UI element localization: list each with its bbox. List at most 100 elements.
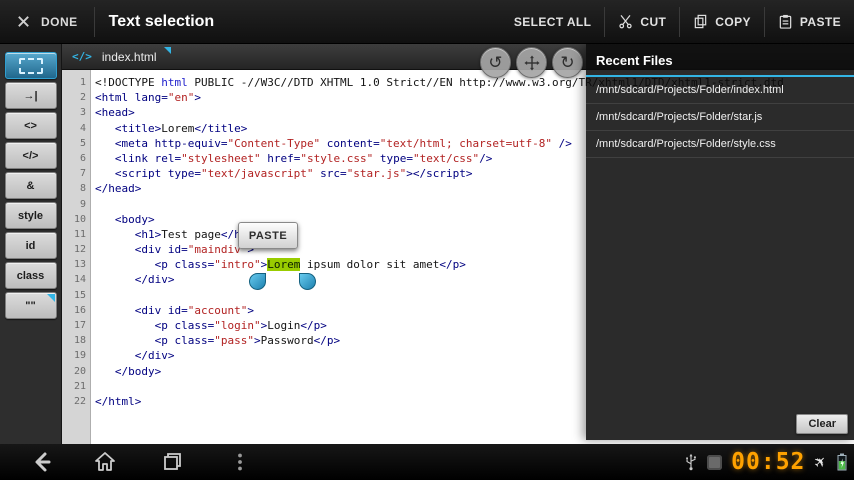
line-number: 21 — [73, 380, 86, 392]
done-button[interactable]: DONE — [0, 0, 94, 43]
code-text: </html> — [95, 394, 142, 408]
recent-files-list: /mnt/sdcard/Projects/Folder/index.html/m… — [586, 77, 854, 158]
line-number: 7 — [79, 168, 86, 180]
sidebar-key-style[interactable]: style — [4, 202, 57, 229]
code-text: </div> — [134, 273, 175, 287]
redo-button[interactable]: ↻ — [552, 47, 583, 78]
tab-active-badge-icon — [163, 46, 171, 54]
code-icon: </> — [72, 50, 92, 63]
cut-button[interactable]: CUT — [605, 0, 679, 43]
code-text: <html lang="en"> — [95, 91, 201, 105]
line-number: 18 — [73, 335, 86, 347]
line-number: 16 — [73, 304, 86, 316]
recent-files-title: Recent Files — [596, 53, 673, 68]
recent-file-item[interactable]: /mnt/sdcard/Projects/Folder/style.css — [586, 131, 854, 158]
selection-mode-icon — [18, 57, 43, 74]
close-icon — [16, 14, 31, 29]
usb-icon — [684, 452, 698, 472]
key-label: <> — [24, 119, 37, 132]
line-number: 17 — [73, 320, 86, 331]
home-icon — [95, 452, 115, 471]
action-buttons: SELECT ALL CUT COPY PASTE — [501, 0, 854, 43]
line-number: 5 — [79, 137, 86, 149]
code-text: <script type="text/javascript" src="star… — [114, 167, 473, 181]
code-text: <div id="account"> — [134, 303, 254, 317]
code-text: <title>Lorem</title> — [114, 121, 248, 135]
clear-button[interactable]: Clear — [796, 414, 848, 434]
code-text: </body> — [114, 364, 162, 378]
selection-handle-left-icon[interactable] — [249, 273, 266, 290]
undo-button[interactable]: ↺ — [480, 47, 511, 78]
line-number: 1 — [79, 77, 86, 88]
line-number: 11 — [73, 228, 86, 240]
line-number: 14 — [73, 274, 86, 286]
key-label: id — [25, 239, 36, 252]
battery-icon — [836, 452, 848, 472]
sidebar-key-quotes[interactable]: "" — [4, 292, 57, 319]
selected-text[interactable]: Lorem — [267, 258, 301, 272]
sidebar-keys: →| <> </> & style id class "" — [0, 52, 61, 319]
move-icon — [523, 54, 540, 71]
menu-button[interactable] — [228, 450, 252, 474]
recent-file-item[interactable]: /mnt/sdcard/Projects/Folder/star.js — [586, 104, 854, 131]
divider — [93, 6, 95, 37]
sidebar-key-tab[interactable]: →| — [4, 82, 57, 109]
copy-icon — [693, 14, 708, 29]
sidebar-key-ampersand[interactable]: & — [4, 172, 57, 199]
line-number: 12 — [73, 244, 86, 256]
paste-popup[interactable]: PASTE — [238, 222, 298, 249]
snippet-sidebar: →| <> </> & style id class "" — [0, 44, 62, 444]
line-number: 3 — [79, 107, 86, 119]
key-label: style — [17, 209, 44, 222]
action-bar-title: Text selection — [108, 12, 215, 30]
select-all-button[interactable]: SELECT ALL — [501, 0, 605, 43]
usb-debug-icon — [707, 454, 723, 470]
cut-icon — [618, 14, 633, 29]
back-button[interactable] — [30, 450, 54, 474]
paste-button[interactable]: PASTE — [765, 0, 854, 43]
line-number: 10 — [73, 213, 86, 225]
key-label: & — [26, 179, 35, 192]
code-text: <h1>Test page</h1> — [134, 227, 254, 241]
move-cursor-button[interactable] — [516, 47, 547, 78]
code-text: <meta http-equiv="Content-Type" content=… — [114, 136, 572, 150]
recent-apps-icon — [164, 453, 181, 470]
sidebar-key-id[interactable]: id — [4, 232, 57, 259]
action-bar: DONE Text selection SELECT ALL CUT COPY — [0, 0, 854, 44]
sidebar-key-class[interactable]: class — [4, 262, 57, 289]
back-icon — [35, 452, 51, 472]
key-label: </> — [22, 149, 39, 162]
sidebar-key-open-tag[interactable]: <> — [4, 112, 57, 139]
paste-label: PASTE — [799, 14, 841, 29]
line-number: 2 — [79, 92, 86, 104]
file-tab-label: index.html — [101, 49, 157, 64]
done-label: DONE — [41, 14, 78, 29]
sidebar-key-selection-mode[interactable] — [4, 52, 57, 79]
system-navbar: 00:52 ✈ — [0, 444, 854, 480]
copy-button[interactable]: COPY — [680, 0, 764, 43]
paste-icon — [778, 14, 793, 29]
code-text: <div id="maindiv"> — [134, 243, 254, 257]
redo-icon: ↻ — [560, 52, 575, 73]
line-number: 19 — [73, 350, 86, 362]
selection-handle-right-icon[interactable] — [299, 273, 316, 290]
recent-files-panel: Recent Files /mnt/sdcard/Projects/Folder… — [586, 44, 854, 440]
menu-dots-icon — [238, 453, 242, 471]
status-clock: 00:52 — [731, 449, 806, 475]
select-all-label: SELECT ALL — [513, 14, 592, 29]
sidebar-key-close-tag[interactable]: </> — [4, 142, 57, 169]
home-button[interactable] — [93, 450, 117, 474]
line-number: 6 — [79, 152, 86, 164]
recent-file-item[interactable]: /mnt/sdcard/Projects/Folder/index.html — [586, 77, 854, 104]
undo-icon: ↺ — [488, 52, 503, 73]
code-text: <head> — [95, 106, 135, 120]
recent-apps-button[interactable] — [160, 450, 184, 474]
file-tab[interactable]: index.html — [100, 46, 173, 68]
cut-label: CUT — [640, 14, 667, 29]
line-number: 20 — [73, 365, 86, 377]
key-label: class — [16, 269, 45, 282]
line-number: 4 — [79, 122, 86, 134]
app-screen: DONE Text selection SELECT ALL CUT COPY — [0, 0, 854, 480]
longpress-badge-icon — [46, 294, 55, 302]
